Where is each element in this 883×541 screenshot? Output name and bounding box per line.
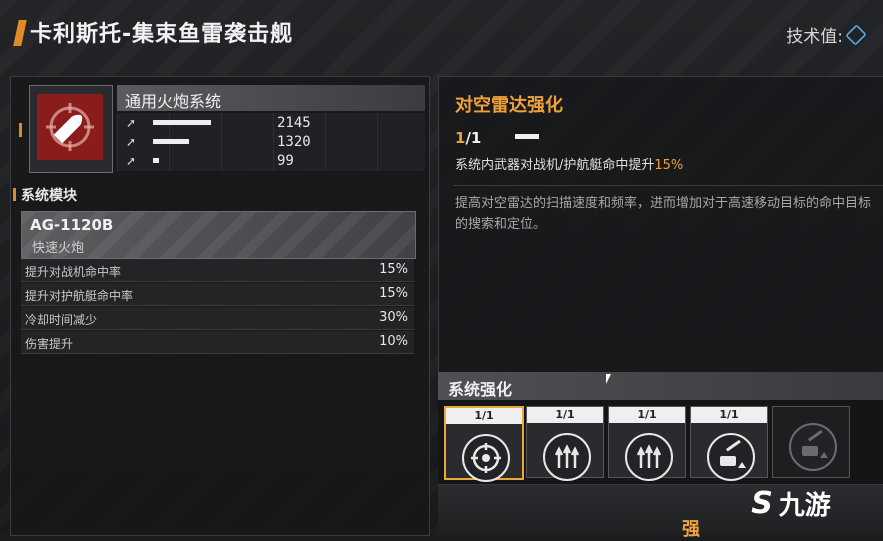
module-type: 快速火炮 — [32, 241, 85, 256]
row-value: 15% — [379, 262, 408, 277]
level-progress-bar — [515, 134, 539, 139]
stat-value-range: 99 — [277, 153, 294, 169]
tech-label: 技术值: — [786, 27, 843, 47]
watermark-logo-icon: S — [751, 485, 773, 521]
attack-icon: ➚ — [125, 116, 137, 130]
enhance-slot-5[interactable] — [772, 406, 850, 478]
slot-level: 1/1 — [609, 407, 685, 423]
watermark: S 九游 — [703, 476, 879, 530]
tech-icon — [845, 23, 867, 46]
mouse-cursor-icon — [606, 374, 611, 384]
tech-value: 技术值: — [786, 22, 867, 47]
level-current: 1 — [455, 129, 466, 147]
triple-missile-icon — [625, 433, 673, 481]
rate-icon: ➚ — [125, 135, 137, 149]
slot-level: 1/1 — [691, 407, 767, 423]
row-label: 冷却时间减少 — [25, 313, 98, 327]
turret-upgrade-icon — [707, 433, 755, 481]
effect-text: 系统内武器对战机/护航艇命中提升 — [455, 158, 655, 173]
enhance-slot-1[interactable]: 1/1 — [444, 406, 524, 482]
system-panel: 通用火炮系统 ➚ 2145 ➚ 1320 ➚ 99 系统模块 AG-1120B … — [10, 76, 430, 536]
effect-percent: 15% — [654, 158, 684, 173]
stat-row-range: ➚ 99 — [117, 152, 294, 170]
system-header: 通用火炮系统 ➚ 2145 ➚ 1320 ➚ 99 — [19, 83, 425, 175]
system-icon-frame[interactable] — [29, 85, 113, 173]
stat-row-rate: ➚ 1320 — [117, 133, 311, 151]
system-enhance-title: 系统强化 — [448, 380, 513, 399]
level-max: 1 — [470, 129, 482, 147]
module-section-title: 系统模块 — [13, 185, 77, 205]
system-name-bar: 通用火炮系统 — [117, 85, 425, 111]
row-value: 10% — [379, 334, 408, 349]
row-label: 提升对战机命中率 — [25, 265, 122, 279]
module-stats-table: 提升对战机命中率 15% 提升对护航艇命中率 15% 冷却时间减少 30% 伤害… — [21, 259, 414, 355]
enhancement-detail-panel: 对空雷达强化 1/1 系统内武器对战机/护航艇命中提升15% 提高对空雷达的扫描… — [438, 76, 883, 373]
system-stats: ➚ 2145 ➚ 1320 ➚ 99 — [117, 113, 425, 171]
selection-marker — [19, 123, 22, 137]
watermark-text: 九游 — [778, 490, 831, 521]
enhance-slot-3[interactable]: 1/1 — [608, 406, 686, 481]
stat-value-attack: 2145 — [277, 115, 311, 131]
cannon-shell-icon — [37, 94, 103, 160]
divider — [453, 185, 883, 186]
row-label: 提升对护航艇命中率 — [25, 289, 134, 303]
table-row: 伤害提升 10% — [21, 331, 414, 354]
slot-level: 1/1 — [527, 407, 603, 423]
page-title: 卡利斯托-集束鱼雷袭击舰 — [30, 22, 294, 47]
table-row: 提升对护航艇命中率 15% — [21, 283, 414, 306]
table-row: 提升对战机命中率 15% — [21, 259, 414, 282]
stat-bar-range — [153, 158, 159, 163]
enhancement-effect: 系统内武器对战机/护航艇命中提升15% — [455, 154, 683, 173]
stat-value-rate: 1320 — [277, 134, 311, 150]
enhancement-level: 1/1 — [455, 129, 481, 147]
enhance-slot-4[interactable]: 1/1 — [690, 406, 768, 481]
radar-target-icon — [462, 434, 510, 482]
slot-level: 1/1 — [446, 408, 522, 424]
module-code: AG-1120B — [30, 216, 114, 234]
range-icon: ➚ — [125, 154, 137, 168]
row-value: 30% — [379, 310, 408, 325]
enhance-slot-2[interactable]: 1/1 — [526, 406, 604, 481]
title-accent — [13, 20, 27, 46]
turret-upgrade-icon — [789, 423, 837, 471]
triple-missile-icon — [543, 433, 591, 481]
stat-bar-rate — [153, 139, 189, 144]
stat-bar-attack — [153, 120, 211, 125]
row-label: 伤害提升 — [25, 337, 74, 351]
enhance-button-label[interactable]: 强 — [682, 515, 700, 541]
system-enhance-header: 系统强化 — [438, 372, 883, 400]
module-card[interactable]: AG-1120B 快速火炮 — [21, 211, 416, 259]
row-value: 15% — [379, 286, 408, 301]
table-row: 冷却时间减少 30% — [21, 307, 414, 330]
enhancement-title: 对空雷达强化 — [455, 95, 563, 116]
system-name: 通用火炮系统 — [125, 92, 222, 111]
stat-row-attack: ➚ 2145 — [117, 114, 311, 132]
enhancement-description: 提高对空雷达的扫描速度和频率，进而增加对于高速移动目标的命中目标的搜索和定位。 — [455, 196, 872, 232]
header: 卡利斯托-集束鱼雷袭击舰 技术值: — [0, 0, 883, 68]
